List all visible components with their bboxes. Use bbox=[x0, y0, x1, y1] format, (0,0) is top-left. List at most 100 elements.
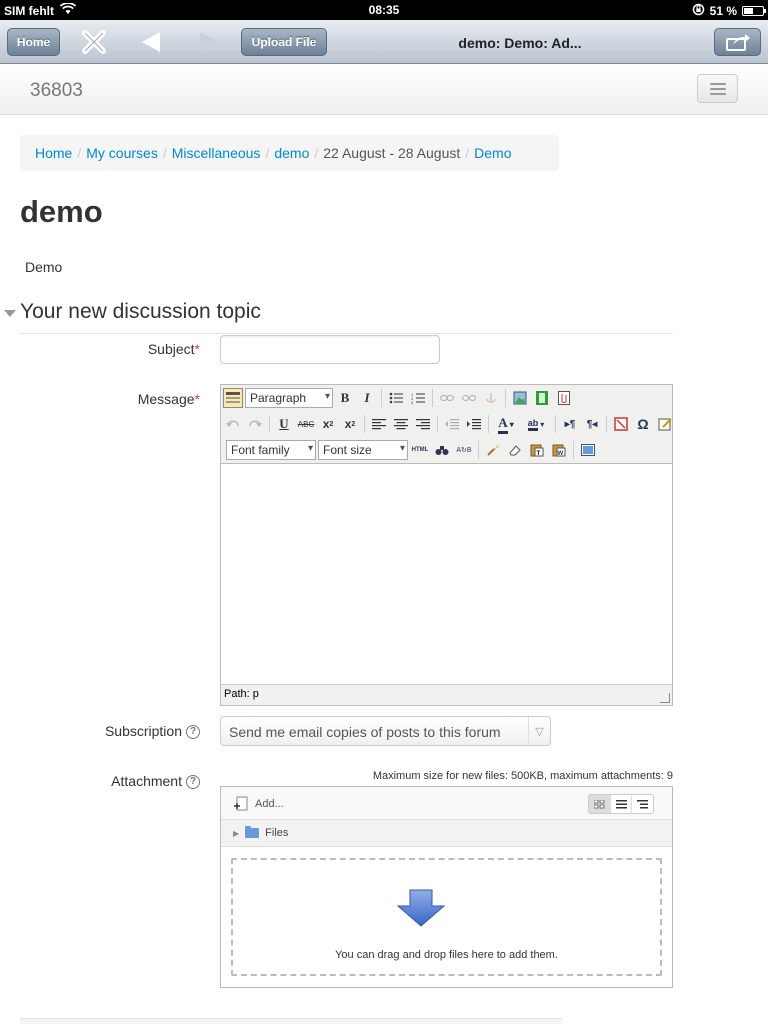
paste-word-icon[interactable]: W bbox=[549, 440, 569, 460]
anchor-icon[interactable] bbox=[481, 388, 501, 408]
message-label: Message* bbox=[20, 391, 200, 407]
bullet-list-icon[interactable] bbox=[386, 388, 406, 408]
attachment-label: Attachment? bbox=[20, 773, 200, 790]
breadcrumb-separator: / bbox=[465, 145, 470, 161]
paragraph-select[interactable]: Paragraph bbox=[245, 388, 333, 408]
align-right-icon[interactable] bbox=[413, 414, 433, 434]
breadcrumb: Home / My courses / Miscellaneous / demo… bbox=[20, 135, 559, 171]
home-button[interactable]: Home bbox=[7, 28, 60, 56]
background-color-icon[interactable]: ab ▾ bbox=[521, 414, 551, 434]
folder-name: Files bbox=[265, 827, 289, 839]
tree-view-icon[interactable] bbox=[632, 795, 653, 813]
add-file-icon bbox=[234, 796, 248, 811]
view-switcher bbox=[588, 794, 654, 814]
breadcrumb-my-courses[interactable]: My courses bbox=[86, 145, 158, 161]
italic-icon[interactable]: I bbox=[357, 388, 377, 408]
cleanup-icon[interactable] bbox=[483, 440, 503, 460]
replace-icon[interactable]: A↻B bbox=[454, 440, 474, 460]
font-family-select[interactable]: Font family bbox=[226, 440, 316, 460]
forward-arrow-icon[interactable] bbox=[198, 30, 220, 59]
browser-toolbar: Home Upload File demo: Demo: Ad... bbox=[0, 20, 768, 64]
subscription-label: Subscription? bbox=[20, 723, 200, 740]
help-icon[interactable]: ? bbox=[186, 775, 200, 790]
breadcrumb-separator: / bbox=[314, 145, 319, 161]
indent-icon[interactable] bbox=[464, 414, 484, 434]
add-file-label: Add... bbox=[255, 798, 284, 810]
breadcrumb-miscellaneous[interactable]: Miscellaneous bbox=[172, 145, 261, 161]
edit-html-icon[interactable] bbox=[655, 414, 675, 434]
upload-file-button[interactable]: Upload File bbox=[241, 28, 327, 56]
superscript-icon[interactable]: x2 bbox=[340, 414, 360, 434]
section-legend[interactable]: Your new discussion topic bbox=[4, 300, 673, 334]
menu-button[interactable] bbox=[697, 74, 738, 103]
close-icon[interactable] bbox=[82, 30, 106, 59]
special-character-icon[interactable]: Ω bbox=[633, 414, 653, 434]
subscription-select[interactable]: Send me email copies of posts to this fo… bbox=[220, 716, 551, 746]
bold-icon[interactable]: B bbox=[335, 388, 355, 408]
breadcrumb-demo-course[interactable]: demo bbox=[274, 145, 309, 161]
link-icon[interactable] bbox=[437, 388, 457, 408]
html-source-icon[interactable]: HTML bbox=[410, 440, 430, 460]
breadcrumb-demo-forum[interactable]: Demo bbox=[474, 145, 511, 161]
max-size-note: Maximum size for new files: 500KB, maxim… bbox=[372, 770, 673, 782]
fullscreen-icon[interactable] bbox=[578, 440, 598, 460]
site-navbar: 36803 bbox=[0, 65, 768, 115]
redo-icon[interactable] bbox=[245, 414, 265, 434]
collapse-triangle-icon bbox=[4, 310, 16, 317]
align-left-icon[interactable] bbox=[369, 414, 389, 434]
insert-media-icon[interactable] bbox=[532, 388, 552, 408]
strikethrough-icon[interactable]: ABC bbox=[296, 414, 316, 434]
battery-fill bbox=[744, 8, 754, 14]
resize-handle[interactable] bbox=[660, 693, 670, 703]
battery-icon bbox=[742, 6, 766, 16]
align-center-icon[interactable] bbox=[391, 414, 411, 434]
folder-icon bbox=[245, 826, 260, 838]
expand-triangle-icon: ▶ bbox=[233, 828, 240, 838]
subject-label: Subject* bbox=[20, 341, 200, 357]
undo-icon[interactable] bbox=[223, 414, 243, 434]
attachment-label-text: Attachment bbox=[111, 773, 182, 789]
svg-text:T: T bbox=[537, 451, 541, 457]
drop-zone[interactable]: You can drag and drop files here to add … bbox=[231, 858, 662, 976]
battery-percent: 51 % bbox=[709, 4, 737, 18]
text-color-icon[interactable]: A ▾ bbox=[493, 414, 519, 434]
subscript-icon[interactable]: x2 bbox=[318, 414, 338, 434]
help-icon[interactable]: ? bbox=[186, 725, 200, 740]
add-file-button[interactable]: Add... bbox=[233, 796, 284, 812]
page-title-bar: demo: Demo: Ad... bbox=[458, 35, 582, 51]
subject-input[interactable] bbox=[220, 335, 440, 364]
numbered-list-icon[interactable]: 123 bbox=[408, 388, 428, 408]
page-heading: demo bbox=[20, 194, 103, 229]
nolink-icon[interactable] bbox=[611, 414, 631, 434]
ltr-icon[interactable]: ▸¶ bbox=[560, 414, 580, 434]
required-mark: * bbox=[194, 391, 200, 407]
message-textarea[interactable] bbox=[221, 463, 672, 685]
icons-view-icon[interactable] bbox=[589, 795, 611, 813]
subscription-value: Send me email copies of posts to this fo… bbox=[229, 724, 501, 740]
share-button[interactable] bbox=[714, 28, 761, 56]
eraser-icon[interactable] bbox=[505, 440, 525, 460]
svg-text:W: W bbox=[558, 451, 564, 457]
breadcrumb-separator: / bbox=[77, 145, 82, 161]
editor-path: Path: p bbox=[224, 688, 259, 700]
insert-image-icon[interactable] bbox=[510, 388, 530, 408]
breadcrumb-separator: / bbox=[265, 145, 270, 161]
list-view-icon[interactable] bbox=[611, 795, 633, 813]
back-arrow-icon[interactable] bbox=[140, 30, 162, 59]
site-brand[interactable]: 36803 bbox=[30, 80, 83, 102]
folder-path[interactable]: ▶ Files bbox=[221, 820, 672, 847]
toolbar-toggle-icon[interactable] bbox=[223, 388, 243, 408]
unlink-icon[interactable] bbox=[459, 388, 479, 408]
underline-icon[interactable]: U bbox=[274, 414, 294, 434]
rtl-icon[interactable]: ¶◂ bbox=[582, 414, 602, 434]
manage-files-icon[interactable] bbox=[554, 388, 574, 408]
breadcrumb-home[interactable]: Home bbox=[35, 145, 72, 161]
outdent-icon[interactable] bbox=[442, 414, 462, 434]
required-mark: * bbox=[194, 341, 200, 357]
breadcrumb-separator: / bbox=[162, 145, 167, 161]
find-icon[interactable] bbox=[432, 440, 452, 460]
clock: 08:35 bbox=[368, 3, 400, 17]
font-size-select[interactable]: Font size bbox=[318, 440, 408, 460]
paste-text-icon[interactable]: T bbox=[527, 440, 547, 460]
svg-text:3: 3 bbox=[411, 400, 414, 404]
